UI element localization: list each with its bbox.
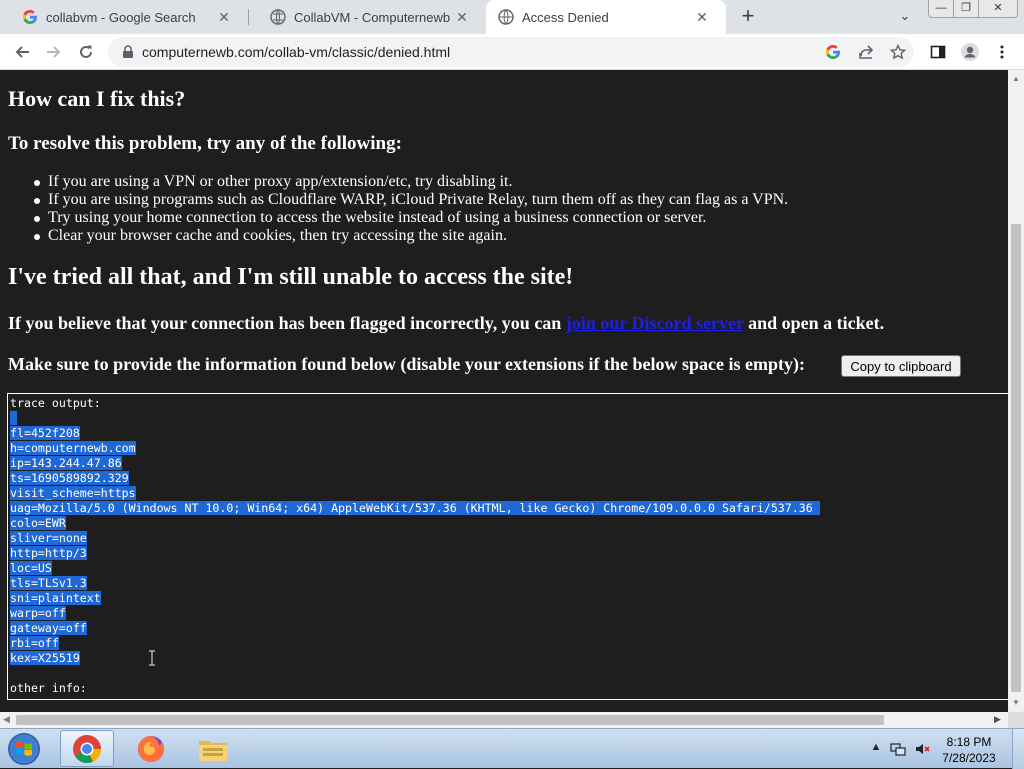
resolve-intro: To resolve this problem, try any of the … [8,133,402,154]
network-icon[interactable] [890,741,906,757]
volume-muted-icon[interactable] [914,741,930,757]
globe-icon [498,9,514,25]
reload-button[interactable] [74,40,98,64]
trace-line: loc=US [10,561,52,575]
forward-arrow-icon [47,46,61,58]
tab-title: Access Denied [522,9,609,25]
address-bar[interactable]: computernewb.com/collab-vm/classic/denie… [108,37,914,67]
taskbar-file-explorer[interactable] [186,730,240,767]
lock-icon[interactable] [120,44,136,60]
vertical-scrollbar[interactable]: ▲ ▼ [1008,70,1024,712]
flag-paragraph: If you believe that your connection has … [8,313,884,334]
trace-line: colo=EWR [10,516,66,530]
flag-text-before: If you believe that your connection has … [8,313,566,333]
trace-output-box[interactable]: trace output: fl=452f208 h=computernewb.… [7,393,1008,700]
heading-how-to-fix: How can I fix this? [8,86,186,111]
trace-line: uag=Mozilla/5.0 (Windows NT 10.0; Win64;… [10,501,820,515]
close-tab-icon[interactable]: ✕ [216,9,232,25]
firefox-icon [138,735,164,762]
bookmark-star-icon[interactable] [888,42,908,62]
trace-line: warp=off [10,606,66,620]
vertical-scroll-thumb[interactable] [1011,224,1021,692]
browser-toolbar: computernewb.com/collab-vm/classic/denie… [0,34,1024,70]
folder-icon [199,740,227,761]
tips-list: If you are using a VPN or other proxy ap… [33,173,789,245]
clock-date: 7/28/2023 [942,751,996,765]
scroll-left-arrow-icon[interactable]: ◀ [3,714,10,725]
other-info-label: other info: [10,681,87,695]
horizontal-scrollbar[interactable]: ◀ ▶ [0,712,1008,728]
text-cursor-icon [149,650,155,666]
scroll-right-arrow-icon[interactable]: ▶ [994,714,1001,725]
back-button[interactable] [10,40,34,64]
share-icon[interactable] [856,42,876,62]
forward-button[interactable] [42,40,66,64]
maximize-button[interactable]: ❐ [953,0,979,18]
info-paragraph: Make sure to provide the information fou… [8,354,806,374]
trace-line [10,411,1008,426]
close-tab-icon[interactable]: ✕ [694,9,710,25]
tab-google-search[interactable]: collabvm - Google Search ✕ [0,0,248,34]
wiki-icon [270,9,286,25]
copy-to-clipboard-button[interactable]: Copy to clipboard [841,355,961,377]
taskbar-chrome[interactable] [60,730,114,767]
start-button[interactable] [4,730,44,768]
trace-line: ts=1690589892.329 [10,471,129,485]
trace-line: visit_scheme=https [10,486,136,500]
trace-line: fl=452f208 [10,426,80,440]
windows-taskbar: ▲ 8:18 PM 7/28/2023 [0,728,1024,769]
chrome-icon [73,734,102,763]
show-hidden-icons-icon[interactable]: ▲ [868,741,884,757]
trace-line: gateway=off [10,621,87,635]
tab-search-chevron-icon[interactable]: ⌄ [896,8,914,26]
flag-text-after: and open a ticket. [743,313,885,333]
page-content: How can I fix this? To resolve this prob… [0,70,1008,712]
trace-line: sni=plaintext [10,591,101,605]
url-text[interactable]: computernewb.com/collab-vm/classic/denie… [142,44,450,60]
taskbar-firefox[interactable] [124,730,178,767]
trace-line: h=computernewb.com [10,441,136,455]
minimize-button[interactable]: — [928,0,954,18]
system-clock[interactable]: 8:18 PM 7/28/2023 [934,734,1004,766]
list-item: If you are using a VPN or other proxy ap… [33,173,788,191]
trace-line: http=http/3 [10,546,87,560]
tab-title: CollabVM - Computernewb Wiki [294,9,454,25]
tab-strip: collabvm - Google Search ✕ CollabVM - Co… [0,0,1024,34]
menu-kebab-icon[interactable] [990,40,1014,64]
trace-line: sliver=none [10,531,87,545]
list-item: Try using your home connection to access… [33,209,788,227]
google-lens-g-icon[interactable] [823,42,843,62]
tab-collabvm-wiki[interactable]: CollabVM - Computernewb Wiki ✕ [248,0,486,34]
tab-title: collabvm - Google Search [46,9,196,25]
trace-line: rbi=off [10,636,59,650]
show-desktop-button[interactable] [1012,729,1024,769]
trace-line: ip=143.244.47.86 [10,456,122,470]
google-g-icon [22,9,38,25]
trace-header: trace output: [10,396,101,410]
scroll-up-arrow-icon[interactable]: ▲ [1012,74,1020,83]
back-arrow-icon [15,46,29,58]
windows-logo-icon [8,733,40,765]
close-window-button[interactable]: ✕ [978,0,1018,18]
profile-avatar-icon[interactable] [958,40,982,64]
trace-line: tls=TLSv1.3 [10,576,87,590]
new-tab-button[interactable]: + [736,5,760,29]
discord-link[interactable]: join our Discord server [566,313,744,333]
horizontal-scroll-thumb[interactable] [16,715,884,725]
close-tab-icon[interactable]: ✕ [454,9,470,25]
side-panel-icon[interactable] [926,40,950,64]
tab-access-denied[interactable]: Access Denied ✕ [486,0,726,34]
list-item: If you are using programs such as Cloudf… [33,191,789,208]
reload-icon [80,45,92,58]
clock-time: 8:18 PM [946,735,992,749]
list-item: Clear your browser cache and cookies, th… [33,227,788,245]
scrollbar-corner [1008,712,1024,728]
trace-blank-line [10,666,1008,681]
trace-line: kex=X25519 [10,651,80,665]
scroll-down-arrow-icon[interactable]: ▼ [1012,698,1020,707]
heading-still-unable: I've tried all that, and I'm still unabl… [8,264,574,290]
